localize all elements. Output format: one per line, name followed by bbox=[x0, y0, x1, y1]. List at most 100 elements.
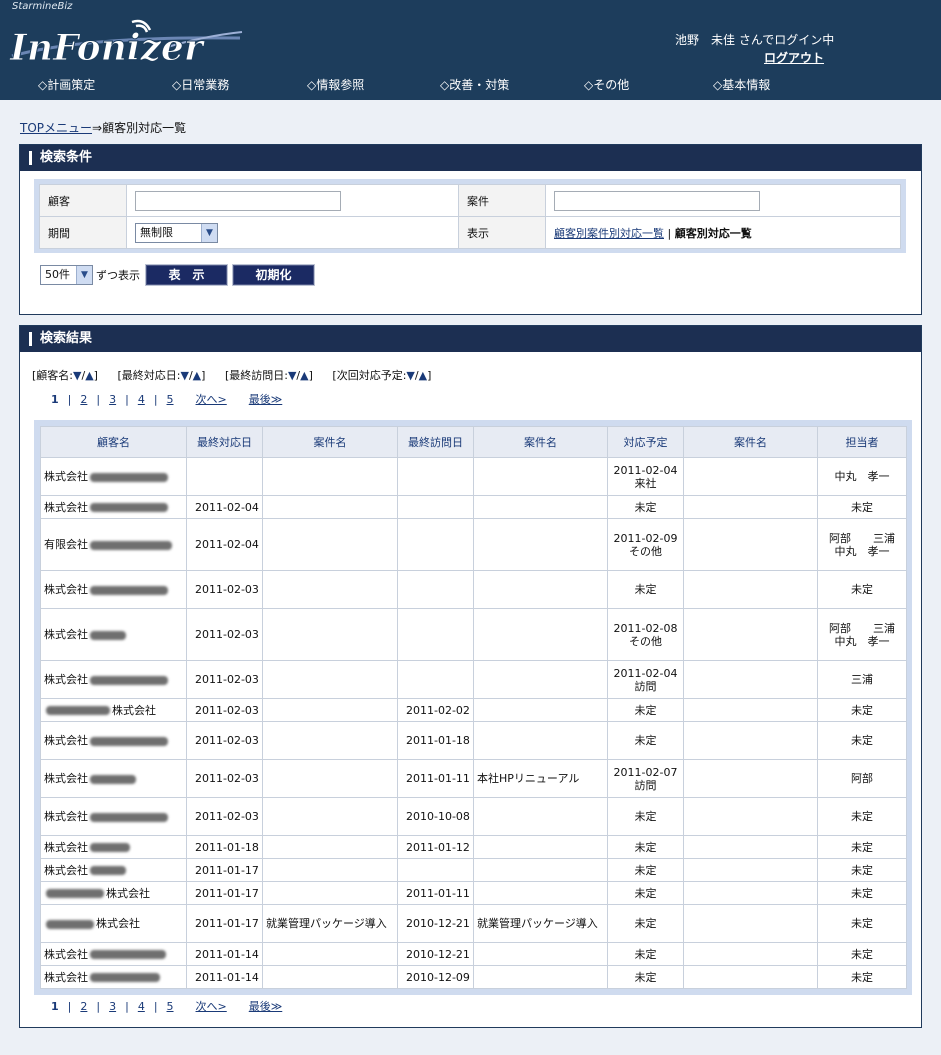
sort-asc-icon[interactable]: ▲ bbox=[419, 369, 427, 382]
last-action-cell: 2011-01-17 bbox=[186, 881, 263, 905]
col-last-action: 最終対応日 bbox=[186, 426, 263, 458]
table-row[interactable]: 株式会社 2011-02-03 2011-01-11 本社HPリニューアル 2011-0… bbox=[40, 759, 907, 798]
redacted-name bbox=[90, 866, 126, 875]
nav-improvement[interactable]: ◇改善・対策 bbox=[440, 76, 509, 93]
next-page-link[interactable]: 次へ> bbox=[196, 391, 227, 407]
plan-cell: 未定 bbox=[607, 570, 684, 609]
customer-input[interactable] bbox=[135, 190, 341, 211]
plan-cell: 未定 bbox=[607, 495, 684, 519]
last-visit-cell bbox=[397, 457, 474, 496]
last-action-cell: 2011-02-03 bbox=[186, 797, 263, 836]
table-row[interactable]: 株式会社 2011-02-03 2011-02-04 訪問 三浦 bbox=[40, 660, 907, 699]
case-cell bbox=[473, 881, 608, 905]
table-row[interactable]: 株式会社 2011-02-03 2011-02-02 未定 未定 bbox=[40, 698, 907, 722]
sort-last-visit: [最終訪問日:▼/▲] bbox=[224, 369, 313, 382]
plan-cell: 未定 bbox=[607, 904, 684, 943]
page-link[interactable]: 2 bbox=[80, 1000, 87, 1013]
nav-info-reference[interactable]: ◇情報参照 bbox=[307, 76, 364, 93]
case-cell bbox=[473, 660, 608, 699]
staff-cell: 未定 bbox=[817, 698, 907, 722]
page-link[interactable]: 3 bbox=[109, 1000, 116, 1013]
page-link[interactable]: 4 bbox=[138, 393, 145, 406]
chevron-down-icon: ▼ bbox=[201, 223, 217, 242]
sort-asc-icon[interactable]: ▲ bbox=[300, 369, 308, 382]
table-row[interactable]: 株式会社 2011-02-04 未定 未定 bbox=[40, 495, 907, 519]
redacted-name bbox=[46, 919, 94, 929]
table-row[interactable]: 株式会社 2011-02-03 2010-10-08 未定 未定 bbox=[40, 797, 907, 836]
plan-cell: 未定 bbox=[607, 835, 684, 859]
table-row[interactable]: 有限会社 2011-02-04 2011-02-09 その他 阿部 三浦 中丸 孝一 bbox=[40, 518, 910, 571]
customer-name: 株式会社 bbox=[44, 628, 88, 641]
sort-asc-icon[interactable]: ▲ bbox=[85, 369, 93, 382]
page-link[interactable]: 5 bbox=[167, 1000, 174, 1013]
breadcrumb-top-link[interactable]: TOPメニュー bbox=[20, 121, 92, 135]
last-page-link[interactable]: 最後≫ bbox=[249, 391, 283, 407]
page-link[interactable]: 4 bbox=[138, 1000, 145, 1013]
table-row[interactable]: 株式会社 2011-02-04 来社 中丸 孝一 bbox=[40, 457, 907, 496]
last-visit-cell bbox=[397, 660, 474, 699]
svg-text:InFonizer: InFonizer bbox=[9, 27, 206, 66]
redacted-name bbox=[90, 812, 168, 822]
customer-name: 株式会社 bbox=[44, 947, 88, 961]
show-button[interactable]: 表 示 bbox=[145, 264, 228, 286]
table-row[interactable]: 株式会社 2011-02-03 未定 未定 bbox=[40, 570, 907, 609]
nav-basic-info[interactable]: ◇基本情報 bbox=[713, 76, 770, 93]
last-visit-cell: 2011-01-11 bbox=[397, 881, 474, 905]
redacted-name bbox=[90, 472, 168, 482]
sort-next-plan: [次回対応予定:▼/▲] bbox=[332, 369, 432, 382]
table-row[interactable]: 株式会社 2011-01-14 2010-12-09 未定 未定 bbox=[40, 965, 907, 989]
search-panel: 検索条件 顧客 案件 期間 無制限 ▼ 表示 顧客別案件別対応一覧 | 顧客別対応… bbox=[19, 144, 922, 315]
table-row[interactable]: 株式会社 2011-01-14 2010-12-21 未定 未定 bbox=[40, 942, 907, 966]
customer-cell: 株式会社 bbox=[40, 797, 187, 836]
redacted-name bbox=[46, 889, 104, 898]
page-link[interactable]: 3 bbox=[109, 393, 116, 406]
page-link[interactable]: 2 bbox=[80, 393, 87, 406]
case-cell: 本社HPリニューアル bbox=[473, 759, 608, 798]
logout-link[interactable]: ログアウト bbox=[764, 49, 824, 66]
case-cell bbox=[683, 570, 818, 609]
table-row[interactable]: 株式会社 2011-02-03 2011-01-18 未定 未定 bbox=[40, 721, 907, 760]
table-row[interactable]: 株式会社 2011-01-17 未定 未定 bbox=[40, 858, 907, 882]
redacted-name bbox=[90, 675, 168, 685]
nav-other[interactable]: ◇その他 bbox=[584, 76, 629, 93]
customer-name: 株式会社 bbox=[44, 772, 88, 785]
plan-cell: 未定 bbox=[607, 797, 684, 836]
last-action-cell: 2011-02-03 bbox=[186, 759, 263, 798]
table-row[interactable]: 株式会社 2011-01-17 2011-01-11 未定 未定 bbox=[40, 881, 907, 905]
last-page-link[interactable]: 最後≫ bbox=[249, 998, 283, 1014]
case-cell bbox=[683, 759, 818, 798]
case-cell bbox=[473, 698, 608, 722]
perpage-select[interactable]: 50件 ▼ bbox=[40, 265, 93, 285]
period-select[interactable]: 無制限 ▼ bbox=[135, 222, 218, 243]
case-cell bbox=[262, 942, 398, 966]
logo-icon: InFonizer bbox=[9, 19, 243, 70]
reset-button[interactable]: 初期化 bbox=[232, 264, 315, 286]
page-link[interactable]: 5 bbox=[167, 393, 174, 406]
last-visit-cell: 2010-10-08 bbox=[397, 797, 474, 836]
nav-planning[interactable]: ◇計画策定 bbox=[38, 76, 95, 93]
period-select-value: 無制限 bbox=[140, 225, 173, 239]
customer-name: 株式会社 bbox=[44, 840, 88, 854]
login-status: 池野 未佳 さんでログイン中 bbox=[675, 33, 835, 47]
sort-asc-icon[interactable]: ▲ bbox=[193, 369, 201, 382]
next-page-link[interactable]: 次へ> bbox=[196, 998, 227, 1014]
last-action-cell: 2011-01-17 bbox=[186, 858, 263, 882]
display-by-case-link[interactable]: 顧客別案件別対応一覧 bbox=[554, 227, 664, 240]
sort-desc-icon[interactable]: ▼ bbox=[406, 369, 414, 382]
table-row[interactable]: 株式会社 2011-02-03 2011-02-08 その他 阿部 三浦 中丸 孝一 bbox=[40, 608, 910, 661]
display-label: 表示 bbox=[458, 216, 546, 249]
customer-cell: 株式会社 bbox=[40, 759, 187, 798]
customer-cell: 株式会社 bbox=[40, 835, 187, 859]
case-input[interactable] bbox=[554, 190, 760, 211]
redacted-name bbox=[90, 950, 166, 959]
sort-desc-icon[interactable]: ▼ bbox=[180, 369, 188, 382]
last-visit-cell: 2010-12-21 bbox=[397, 942, 474, 966]
case-cell bbox=[683, 608, 818, 661]
nav-daily-work[interactable]: ◇日常業務 bbox=[172, 76, 229, 93]
staff-cell: 未定 bbox=[817, 797, 907, 836]
redacted-name bbox=[90, 540, 172, 550]
case-cell: 就業管理パッケージ導入 bbox=[262, 904, 398, 943]
staff-cell: 未定 bbox=[817, 721, 907, 760]
table-row[interactable]: 株式会社 2011-01-17 就業管理パッケージ導入 2010-12-21 就業管理パ… bbox=[40, 904, 907, 943]
table-row[interactable]: 株式会社 2011-01-18 2011-01-12 未定 未定 bbox=[40, 835, 907, 859]
